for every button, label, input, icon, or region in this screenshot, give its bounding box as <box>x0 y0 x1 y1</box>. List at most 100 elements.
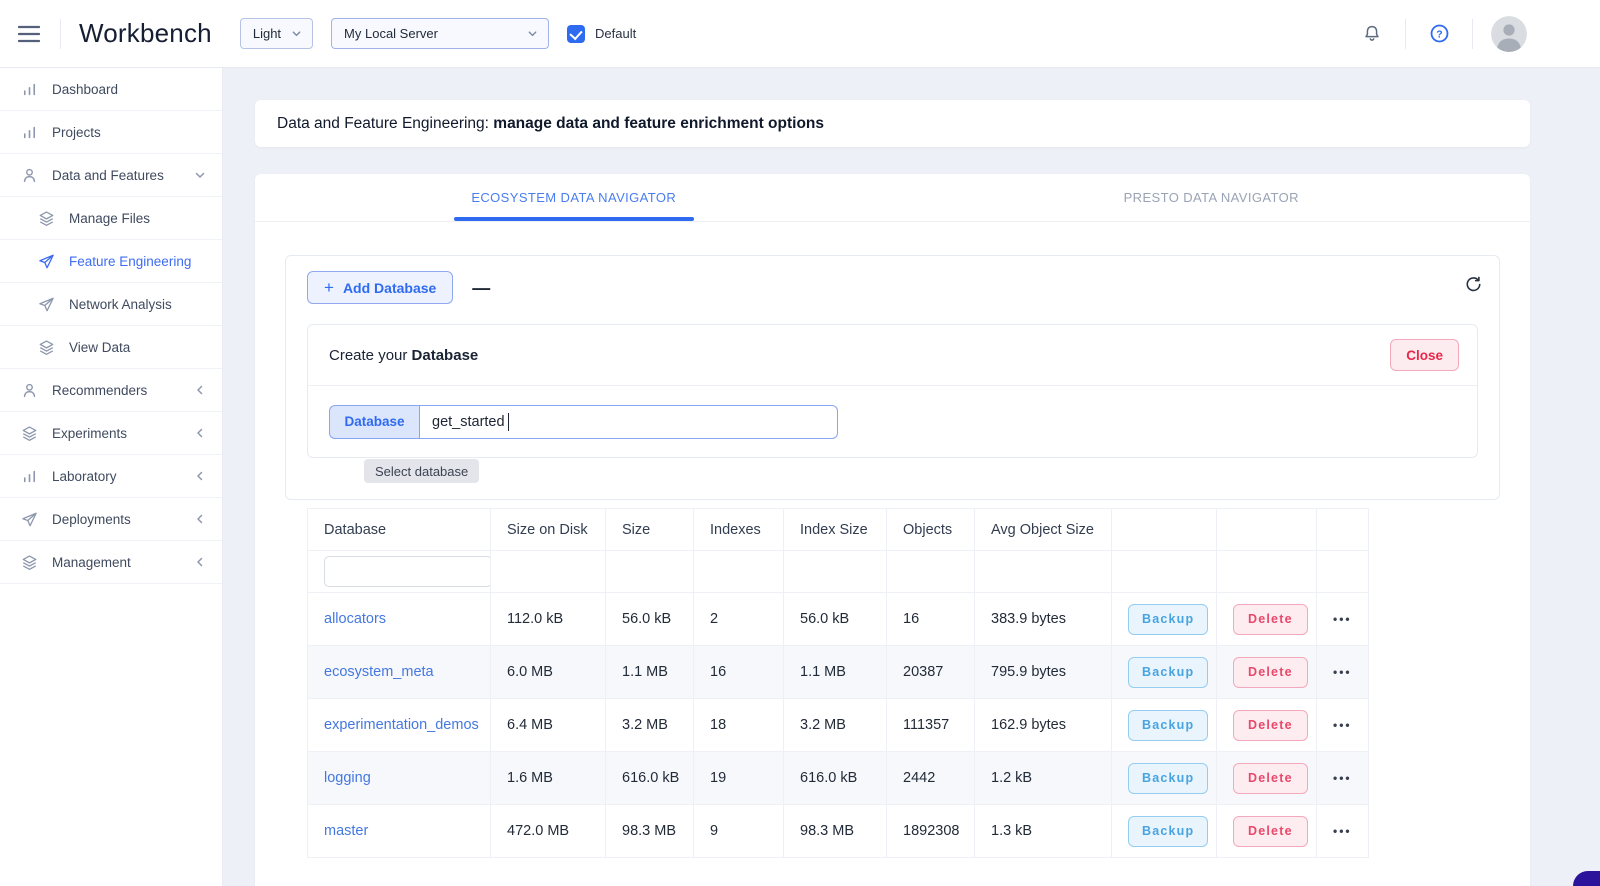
sidebar-item-manage-files[interactable]: Manage Files <box>0 197 222 240</box>
database-name-input[interactable] <box>419 404 838 439</box>
sidebar-item-label: Deployments <box>52 511 131 527</box>
text-caret <box>508 412 509 431</box>
theme-select[interactable]: Light <box>239 18 314 49</box>
refresh-icon[interactable] <box>1465 276 1482 293</box>
send-icon <box>38 253 56 270</box>
table-row: allocators 112.0 kB 56.0 kB 2 56.0 kB 16 383.9… <box>307 592 1369 646</box>
sidebar-item-view-data[interactable]: View Data <box>0 326 222 369</box>
sidebar-item-laboratory[interactable]: Laboratory <box>0 455 222 498</box>
more-actions-icon[interactable]: ••• <box>1333 718 1352 732</box>
sidebar-item-projects[interactable]: Projects <box>0 111 222 154</box>
server-select[interactable]: My Local Server <box>331 18 550 49</box>
sidebar-item-feature-engineering[interactable]: Feature Engineering <box>0 240 222 283</box>
more-actions-icon[interactable]: ••• <box>1333 612 1352 626</box>
tab-ecosystem-data-navigator[interactable]: ECOSYSTEM DATA NAVIGATOR <box>255 174 893 221</box>
active-tab-underline <box>453 217 694 221</box>
default-checkbox[interactable] <box>567 24 586 43</box>
database-link[interactable]: master <box>324 823 368 839</box>
column-header-index-size[interactable]: Index Size <box>783 508 887 551</box>
tab-presto-data-navigator[interactable]: PRESTO DATA NAVIGATOR <box>893 174 1531 221</box>
backup-button[interactable]: Backup <box>1128 762 1209 794</box>
bar-chart-icon <box>21 81 39 98</box>
database-link[interactable]: logging <box>324 770 371 786</box>
top-right-actions: ? <box>1357 15 1527 52</box>
page-banner: Data and Feature Engineering: manage dat… <box>255 100 1530 147</box>
chevron-left-icon <box>194 427 206 439</box>
bar-chart-icon <box>21 124 39 141</box>
close-button[interactable]: Close <box>1390 339 1459 371</box>
tab-label: ECOSYSTEM DATA NAVIGATOR <box>471 190 677 205</box>
filter-cell-empty <box>693 550 784 593</box>
filter-cell-empty <box>886 550 975 593</box>
delete-button[interactable]: Delete <box>1233 656 1308 688</box>
cell-objects: 20387 <box>886 645 975 699</box>
table-row: logging 1.6 MB 616.0 kB 19 616.0 kB 2442 1.2 k… <box>307 751 1369 805</box>
sidebar-item-label: Management <box>52 554 131 570</box>
sidebar-item-label: Experiments <box>52 425 128 441</box>
create-database-panel: Create your Database Close Database <box>307 324 1478 458</box>
sidebar-item-experiments[interactable]: Experiments <box>0 412 222 455</box>
database-link[interactable]: allocators <box>324 611 386 627</box>
column-header-size[interactable]: Size <box>605 508 694 551</box>
cell-indexes: 19 <box>693 751 784 805</box>
app-title: Workbench <box>79 18 212 48</box>
column-header-database[interactable]: Database <box>307 508 491 551</box>
cell-delete: Delete <box>1216 592 1317 646</box>
cell-avg-object-size: 795.9 bytes <box>974 645 1112 699</box>
database-link[interactable]: ecosystem_meta <box>324 664 434 680</box>
more-actions-icon[interactable]: ••• <box>1333 665 1352 679</box>
help-icon[interactable]: ? <box>1424 19 1454 49</box>
select-database-tooltip: Select database <box>364 459 480 483</box>
cell-backup: Backup <box>1111 698 1217 752</box>
navigator-card: ECOSYSTEM DATA NAVIGATOR PRESTO DATA NAV… <box>255 174 1530 886</box>
table-row: master 472.0 MB 98.3 MB 9 98.3 MB 1892308 1.3 … <box>307 804 1369 858</box>
chevron-down-icon <box>291 28 302 39</box>
column-header-objects[interactable]: Objects <box>886 508 975 551</box>
more-actions-icon[interactable]: ••• <box>1333 824 1352 838</box>
cell-backup: Backup <box>1111 592 1217 646</box>
delete-button[interactable]: Delete <box>1233 815 1308 847</box>
filter-cell <box>307 550 491 593</box>
cell-delete: Delete <box>1216 645 1317 699</box>
sidebar-item-label: Laboratory <box>52 468 117 484</box>
backup-button[interactable]: Backup <box>1128 709 1209 741</box>
delete-button[interactable]: Delete <box>1233 762 1308 794</box>
add-database-button[interactable]: + Add Database <box>307 271 454 304</box>
backup-button[interactable]: Backup <box>1128 603 1209 635</box>
sidebar-item-recommenders[interactable]: Recommenders <box>0 369 222 412</box>
backup-button[interactable]: Backup <box>1128 656 1209 688</box>
cell-delete: Delete <box>1216 751 1317 805</box>
column-header-avg-object-size[interactable]: Avg Object Size <box>974 508 1112 551</box>
tab-bar: ECOSYSTEM DATA NAVIGATOR PRESTO DATA NAV… <box>255 174 1530 222</box>
plus-icon: + <box>324 278 334 297</box>
sidebar-item-network-analysis[interactable]: Network Analysis <box>0 283 222 326</box>
cell-avg-object-size: 1.2 kB <box>974 751 1112 805</box>
delete-button[interactable]: Delete <box>1233 709 1308 741</box>
cell-database: experimentation_demos <box>307 698 491 752</box>
chevron-left-icon <box>194 470 206 482</box>
more-actions-icon[interactable]: ••• <box>1333 771 1352 785</box>
backup-button[interactable]: Backup <box>1128 815 1209 847</box>
column-header-indexes[interactable]: Indexes <box>693 508 784 551</box>
sidebar-item-deployments[interactable]: Deployments <box>0 498 222 541</box>
delete-button[interactable]: Delete <box>1233 603 1308 635</box>
database-field-label[interactable]: Database <box>329 404 419 439</box>
column-header-empty <box>1216 508 1317 551</box>
cell-backup: Backup <box>1111 645 1217 699</box>
sidebar-item-data-and-features[interactable]: Data and Features <box>0 154 222 197</box>
column-header-size-on-disk[interactable]: Size on Disk <box>490 508 606 551</box>
minus-icon[interactable]: — <box>472 279 490 297</box>
database-filter-input[interactable] <box>324 556 490 587</box>
sidebar-item-management[interactable]: Management <box>0 541 222 584</box>
user-avatar[interactable] <box>1491 15 1527 52</box>
database-link[interactable]: experimentation_demos <box>324 717 479 733</box>
sidebar-item-dashboard[interactable]: Dashboard <box>0 68 222 111</box>
layers-icon <box>21 554 39 571</box>
menu-icon[interactable] <box>18 22 42 46</box>
sidebar-item-label: Network Analysis <box>69 296 172 312</box>
user-icon <box>21 167 39 184</box>
cell-index-size: 1.1 MB <box>783 645 887 699</box>
chevron-down-icon <box>527 28 538 39</box>
cell-size: 98.3 MB <box>605 804 694 858</box>
notifications-bell-icon[interactable] <box>1357 19 1387 49</box>
